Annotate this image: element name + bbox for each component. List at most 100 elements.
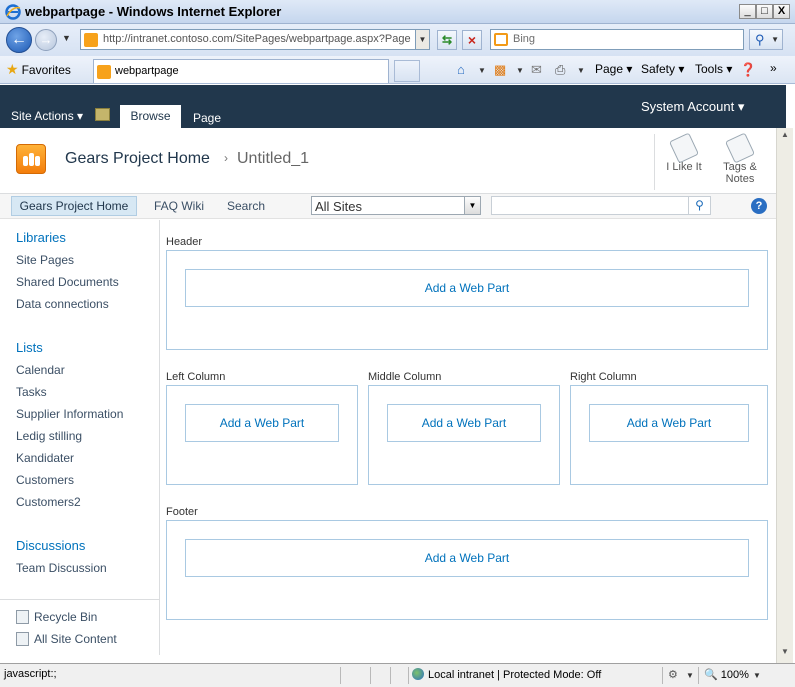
page-menu[interactable]: Page ▾: [595, 62, 632, 76]
ql-item-supplier-information[interactable]: Supplier Information: [16, 407, 123, 421]
recycle-bin-link[interactable]: Recycle Bin: [16, 610, 97, 624]
zoom-level[interactable]: 🔍 100%: [704, 668, 749, 681]
tab-browse[interactable]: Browse: [120, 105, 181, 128]
add-web-part-header-button[interactable]: Add a Web Part: [185, 269, 749, 307]
ql-item-data-connections[interactable]: Data connections: [16, 297, 109, 311]
topnav-item-gears-project-home[interactable]: Gears Project Home: [11, 196, 137, 216]
security-zone[interactable]: Local intranet | Protected Mode: Off: [412, 668, 601, 681]
zoom-dropdown-icon[interactable]: ▼: [753, 671, 761, 680]
back-button[interactable]: ←: [6, 27, 32, 53]
ql-item-tasks[interactable]: Tasks: [16, 385, 47, 399]
tab-title: webpartpage: [115, 65, 179, 77]
add-web-part-right-button[interactable]: Add a Web Part: [589, 404, 749, 442]
browser-tab[interactable]: webpartpage: [93, 59, 389, 83]
home-icon[interactable]: ⌂: [457, 62, 465, 77]
zone-header: Add a Web Part: [166, 250, 768, 350]
ql-item-shared-documents[interactable]: Shared Documents: [16, 275, 119, 289]
ql-heading-libraries[interactable]: Libraries: [16, 230, 66, 245]
maximize-button[interactable]: □: [756, 4, 773, 19]
ql-item-ledig-stilling[interactable]: Ledig stilling: [16, 429, 82, 443]
add-web-part-footer-button[interactable]: Add a Web Part: [185, 539, 749, 577]
star-icon: ★: [6, 61, 19, 77]
vertical-scrollbar[interactable]: ▲ ▼: [776, 128, 793, 663]
site-content-icon: [16, 632, 29, 646]
help-menu-icon[interactable]: ❓: [740, 62, 756, 78]
chevron-down-icon[interactable]: ▼: [464, 197, 480, 214]
browser-search-input[interactable]: Bing: [490, 29, 744, 50]
zone-right-column: Add a Web Part: [570, 385, 768, 485]
safety-menu[interactable]: Safety ▾: [641, 62, 684, 76]
address-dropdown-icon[interactable]: ▼: [415, 30, 429, 49]
tags-notes-icon: [724, 132, 756, 164]
scroll-up-icon[interactable]: ▲: [779, 130, 791, 142]
search-scope-select[interactable]: All Sites ▼: [311, 196, 481, 215]
all-site-content-link[interactable]: All Site Content: [16, 632, 117, 646]
ql-heading-lists[interactable]: Lists: [16, 340, 43, 355]
toolbar-overflow-icon[interactable]: »: [770, 61, 777, 75]
status-bar: javascript:; Local intranet | Protected …: [0, 663, 795, 687]
ql-item-team-discussion[interactable]: Team Discussion: [16, 561, 107, 575]
tag-thumbs-up-icon: [668, 132, 700, 164]
help-icon[interactable]: ?: [751, 198, 767, 214]
favorites-button[interactable]: ★ Favorites: [6, 61, 71, 79]
search-options-dropdown-icon[interactable]: ▼: [771, 30, 779, 49]
quick-launch: Libraries Site Pages Shared Documents Da…: [0, 220, 160, 655]
ql-item-site-pages[interactable]: Site Pages: [16, 253, 74, 267]
zone-footer: Add a Web Part: [166, 520, 768, 620]
scroll-down-icon[interactable]: ▼: [779, 647, 791, 659]
add-web-part-left-button[interactable]: Add a Web Part: [185, 404, 339, 442]
address-toolbar: ← → ▼ http://intranet.contoso.com/SitePa…: [0, 24, 795, 56]
minimize-button[interactable]: _: [739, 4, 756, 19]
add-web-part-middle-button[interactable]: Add a Web Part: [387, 404, 541, 442]
i-like-it-button[interactable]: I Like It: [663, 132, 705, 173]
site-logo-icon[interactable]: [16, 144, 46, 174]
ql-item-customers[interactable]: Customers: [16, 473, 74, 487]
chevron-down-icon[interactable]: ▼: [686, 671, 694, 680]
ql-item-calendar[interactable]: Calendar: [16, 363, 65, 377]
top-navigation: Gears Project Home FAQ Wiki Search All S…: [0, 194, 786, 219]
topnav-item-faq-wiki[interactable]: FAQ Wiki: [154, 199, 204, 213]
refresh-button[interactable]: ⇆: [437, 30, 457, 50]
feeds-icon[interactable]: ▩: [494, 62, 506, 78]
close-button[interactable]: X: [773, 4, 790, 19]
mail-icon[interactable]: ✉: [531, 62, 542, 78]
ql-item-customers2[interactable]: Customers2: [16, 495, 81, 509]
breadcrumb-site-link[interactable]: Gears Project Home: [65, 150, 210, 168]
status-divider: [662, 667, 663, 684]
print-dropdown-icon[interactable]: ▼: [577, 66, 585, 75]
address-url[interactable]: http://intranet.contoso.com/SitePages/we…: [103, 33, 415, 45]
protected-mode-icon[interactable]: ⚙: [668, 668, 678, 681]
globe-icon: [412, 668, 424, 680]
recent-pages-dropdown-icon[interactable]: ▼: [62, 33, 71, 43]
navigate-up-icon[interactable]: [95, 108, 110, 121]
ql-item-kandidater[interactable]: Kandidater: [16, 451, 74, 465]
site-actions-menu[interactable]: Site Actions ▾: [11, 109, 83, 123]
new-tab-button[interactable]: [394, 60, 420, 82]
forward-button[interactable]: →: [35, 29, 57, 51]
breadcrumb-separator: ›: [224, 151, 228, 165]
topnav-item-search[interactable]: Search: [227, 199, 265, 213]
status-divider: [698, 667, 699, 684]
tab-page[interactable]: Page: [193, 111, 221, 125]
user-account-menu[interactable]: System Account ▾: [641, 99, 744, 115]
tags-notes-button[interactable]: Tags & Notes: [716, 132, 764, 185]
stop-button[interactable]: ×: [462, 30, 482, 50]
feeds-dropdown-icon[interactable]: ▼: [516, 66, 524, 75]
zone-label-middle: Middle Column: [368, 371, 442, 383]
recycle-bin-icon: [16, 610, 29, 624]
home-dropdown-icon[interactable]: ▼: [478, 66, 486, 75]
ql-heading-discussions[interactable]: Discussions: [16, 538, 85, 553]
internet-explorer-icon: [5, 4, 21, 20]
site-search-button[interactable]: ⚲: [689, 196, 711, 215]
site-favicon-icon: [97, 65, 111, 79]
ql-footer: Recycle Bin All Site Content: [0, 599, 160, 655]
browser-search-button[interactable]: ⚲ ▼: [749, 29, 783, 50]
address-field[interactable]: http://intranet.contoso.com/SitePages/we…: [80, 29, 430, 50]
print-icon[interactable]: ⎙: [555, 62, 565, 78]
tools-menu[interactable]: Tools ▾: [695, 62, 732, 76]
site-favicon-icon: [84, 33, 98, 47]
site-search-input[interactable]: [491, 196, 689, 215]
bing-icon: [494, 33, 508, 46]
zone-middle-column: Add a Web Part: [368, 385, 560, 485]
zone-label-right: Right Column: [570, 371, 637, 383]
